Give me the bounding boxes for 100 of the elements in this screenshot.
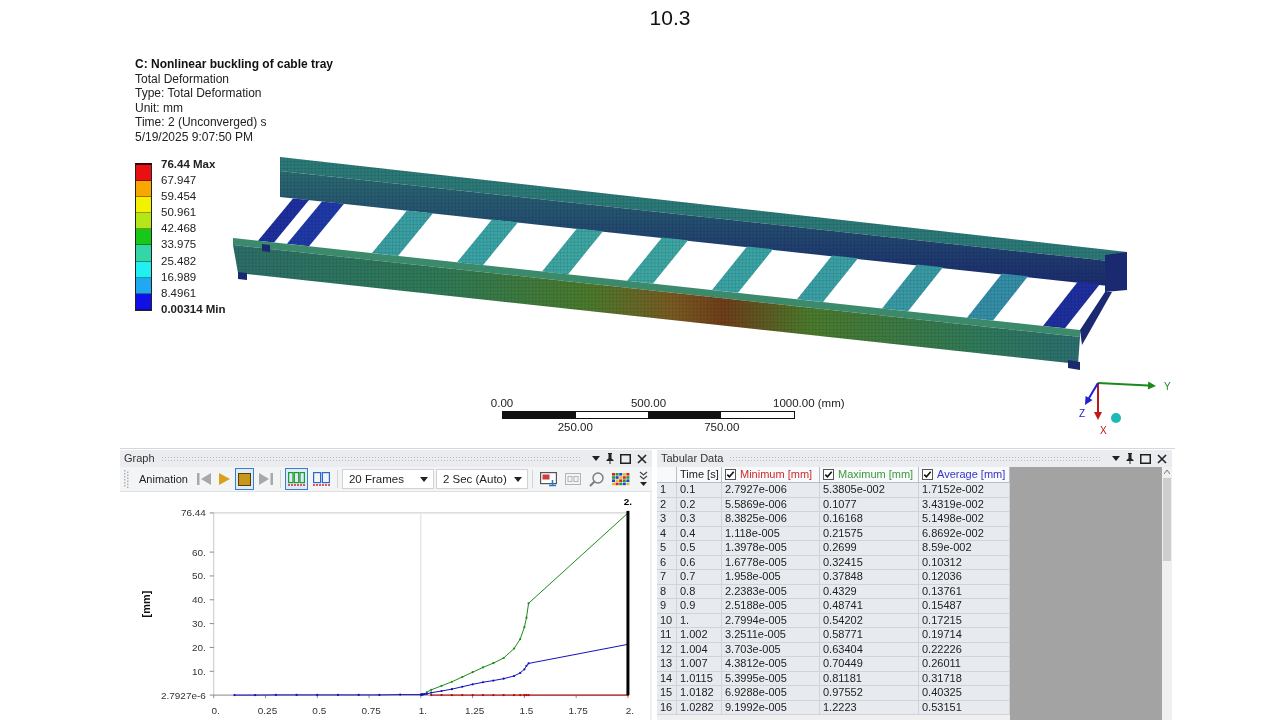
row-number: 13	[657, 657, 677, 672]
table-cell: 3.2511e-005	[722, 628, 820, 643]
legend-label: 76.44 Max	[161, 157, 216, 172]
stop-button[interactable]	[234, 468, 254, 490]
dropdown[interactable]: 2 Sec (Auto)	[435, 469, 528, 489]
column-header[interactable]: Time [s]	[677, 467, 722, 483]
tick-label: 1.5	[519, 705, 534, 717]
table-cell: 1.7152e-002	[919, 483, 1010, 498]
animation-label: Animation	[139, 472, 188, 486]
table-cell: 8.59e-002	[919, 541, 1010, 556]
table-cell: 0.12036	[919, 570, 1010, 585]
table-cell: 6.9288e-005	[722, 686, 820, 701]
table-cell: 0.3	[677, 512, 722, 527]
table-cell: 0.7	[677, 570, 722, 585]
axis-title: [mm]	[140, 590, 153, 618]
table-cell: 0.15487	[919, 599, 1010, 614]
pin-icon[interactable]	[1126, 453, 1134, 464]
dropdown-caret-icon[interactable]	[1112, 456, 1120, 461]
legend-label: 25.482	[161, 253, 197, 269]
legend-label: 59.454	[161, 189, 197, 205]
table-cell: 0.9	[677, 599, 722, 614]
tick-label: 20.	[191, 641, 206, 653]
zoom-icon[interactable]	[588, 471, 604, 487]
color-grid-icon[interactable]	[611, 472, 630, 486]
tick-label: 0.75	[361, 705, 381, 717]
result-detail: Time: 2 (Unconverged) s	[135, 115, 267, 130]
row-number: 1	[657, 483, 677, 498]
maximize-icon[interactable]	[1140, 453, 1151, 464]
overflow-icon[interactable]	[639, 471, 648, 487]
scale-label: 500.00	[630, 397, 667, 410]
table-cell: 0.97552	[820, 686, 919, 701]
slide-title: 10.3	[649, 6, 691, 30]
result-detail: Type: Total Deformation	[135, 86, 262, 101]
row-number: 3	[657, 512, 677, 527]
close-icon[interactable]	[637, 453, 647, 464]
result-detail: Unit: mm	[135, 100, 183, 115]
header-corner	[657, 467, 677, 483]
table-cell: 2.7927e-006	[722, 483, 820, 498]
column-checkbox[interactable]	[725, 469, 736, 480]
table-cell: 0.37848	[820, 570, 919, 585]
tick-label: 0.25	[257, 705, 278, 717]
legend-label: 33.975	[161, 237, 197, 253]
row-number: 7	[657, 570, 677, 585]
table-cell: 0.26011	[919, 657, 1010, 672]
maximize-icon[interactable]	[620, 453, 631, 464]
panel-title: Tabular Data	[661, 452, 724, 465]
axis-label: Y	[1164, 381, 1171, 392]
tick-label: 76.44	[180, 507, 206, 519]
column-title: Average [mm]	[937, 468, 1006, 481]
column-checkbox[interactable]	[823, 469, 834, 480]
tick-label: 2.	[625, 705, 635, 717]
close-icon[interactable]	[1157, 453, 1167, 464]
grip-icon[interactable]	[124, 470, 130, 488]
table-cell: 0.19714	[919, 628, 1010, 643]
view-mode-button[interactable]	[284, 468, 308, 490]
scale-label: 250.00	[557, 421, 593, 434]
legend-label: 50.961	[161, 205, 197, 221]
table-cell: 2.5188e-005	[722, 599, 820, 614]
play-icon	[218, 473, 230, 485]
row-number: 11	[657, 628, 677, 643]
scroll-up-icon[interactable]	[1164, 470, 1170, 474]
legend-label: 67.947	[161, 173, 197, 189]
time-cursor[interactable]	[626, 510, 630, 696]
dropdown-caret-icon[interactable]	[592, 456, 600, 461]
tick-label: 1.25	[464, 705, 485, 717]
table-cell: 1.0182	[677, 686, 722, 701]
result-detail: 5/19/2025 9:07:50 PM	[135, 129, 254, 144]
table-cell: 8.3825e-006	[722, 512, 820, 527]
table-cell: 4.3812e-005	[722, 657, 820, 672]
sphere-icon	[1111, 413, 1121, 423]
table-cell: 0.5	[677, 541, 722, 556]
table-cell: 0.1	[677, 483, 722, 498]
dropdown-caret-icon[interactable]	[419, 476, 428, 482]
scale-label: 0.00	[490, 397, 514, 410]
table-cell: 1.958e-005	[722, 570, 820, 585]
row-number: 15	[657, 686, 677, 701]
dropdown[interactable]: 20 Frames	[341, 469, 434, 489]
panel-title: Graph	[124, 452, 155, 465]
table-cell: 0.48741	[820, 599, 919, 614]
image-export-icon[interactable]	[539, 471, 557, 487]
column-checkbox[interactable]	[922, 469, 933, 480]
stop-icon	[237, 472, 251, 486]
row-number: 5	[657, 541, 677, 556]
table-cell: 0.2699	[820, 541, 919, 556]
legend-label: 0.00314 Min	[161, 301, 226, 317]
dropdown-caret-icon[interactable]	[513, 476, 522, 482]
table-cell: 0.58771	[820, 628, 919, 643]
result-detail: Total Deformation	[135, 71, 230, 86]
pin-icon[interactable]	[606, 453, 614, 464]
double-column-icon	[312, 472, 330, 486]
column-title: Maximum [mm]	[838, 468, 914, 481]
scale-label: 750.00	[704, 421, 740, 434]
skip-forward-icon	[258, 473, 273, 485]
table-cell: 5.3805e-002	[820, 483, 919, 498]
scrollbar-thumb[interactable]	[1163, 478, 1171, 561]
table-cell: 1.007	[677, 657, 722, 672]
legend-label: 8.4961	[161, 285, 197, 301]
tick-label: 30.	[191, 618, 206, 630]
tick-label: 0.5	[312, 705, 327, 717]
tick-label: 60.	[191, 546, 206, 558]
